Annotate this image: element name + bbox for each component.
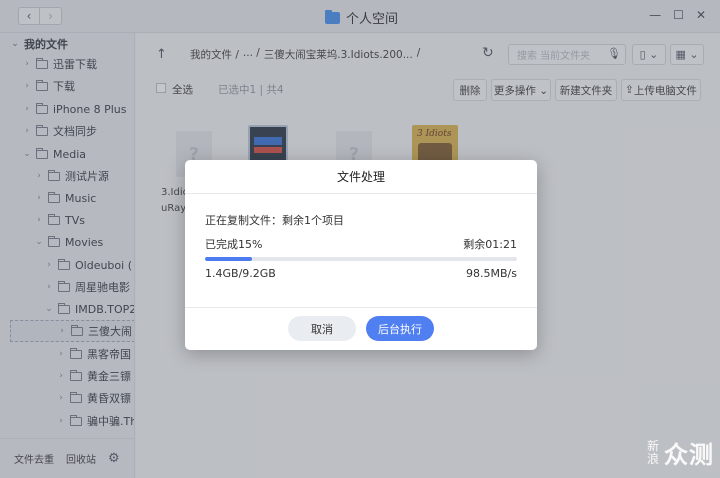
dialog-footer: 取消 后台执行 bbox=[185, 307, 537, 350]
watermark-small: 新 浪 bbox=[646, 438, 660, 466]
watermark-char: 新 bbox=[646, 438, 659, 453]
watermark-logo-text: 众测 bbox=[664, 441, 714, 469]
transfer-speed: 98.5MB/s bbox=[466, 267, 517, 280]
copy-status: 正在复制文件：剩余1个项目 bbox=[205, 214, 344, 227]
progress-bar bbox=[205, 257, 517, 261]
transferred-size: 1.4GB/9.2GB bbox=[205, 267, 276, 280]
dialog-title: 文件处理 bbox=[185, 160, 537, 194]
progress-fill bbox=[205, 257, 252, 261]
run-in-background-button[interactable]: 后台执行 bbox=[366, 316, 434, 341]
completed-percent: 已完成15% bbox=[205, 238, 263, 251]
cancel-button[interactable]: 取消 bbox=[288, 316, 356, 341]
watermark-char: 浪 bbox=[646, 451, 659, 466]
file-processing-dialog: 文件处理 正在复制文件：剩余1个项目 已完成15% 剩余01:21 1.4GB/… bbox=[185, 160, 537, 350]
watermark: 新 浪 众测 bbox=[646, 435, 714, 470]
time-remaining: 剩余01:21 bbox=[463, 238, 517, 251]
